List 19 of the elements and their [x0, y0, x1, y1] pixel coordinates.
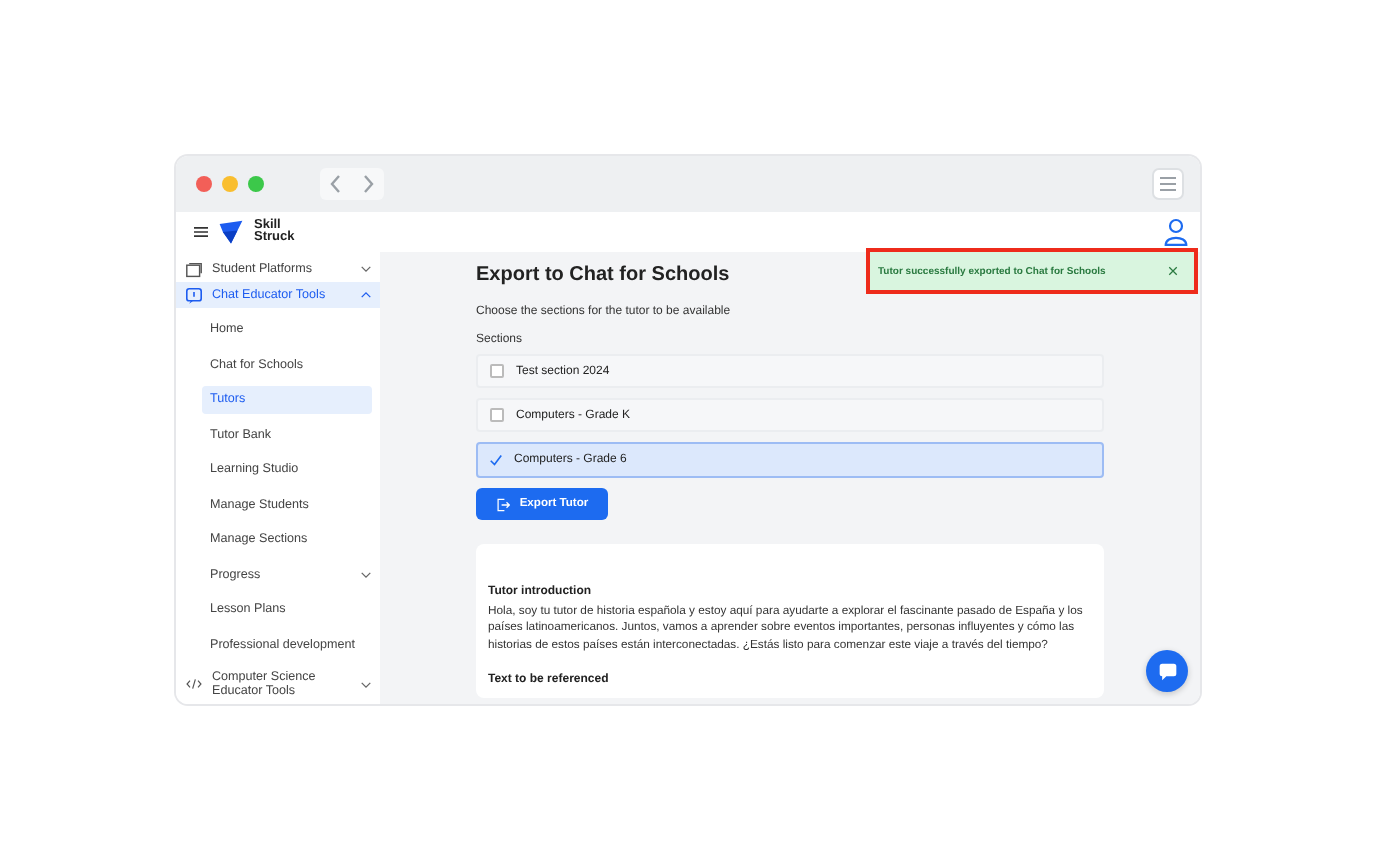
- chat-icon: [1157, 661, 1177, 681]
- checkbox[interactable]: [490, 364, 504, 378]
- user-icon[interactable]: [1164, 218, 1188, 246]
- checkbox[interactable]: [490, 408, 504, 422]
- zoom-light-icon[interactable]: [248, 176, 264, 192]
- sidebar-toggle-icon[interactable]: [1152, 168, 1184, 200]
- chat-box-icon: [186, 287, 202, 303]
- minimize-light-icon[interactable]: [222, 176, 238, 192]
- logo-icon: [218, 220, 244, 244]
- code-icon: [186, 676, 202, 692]
- chevron-icon: [360, 264, 372, 274]
- window-icon: [186, 261, 202, 277]
- page-title: Export to Chat for Schools: [476, 264, 730, 286]
- menu-icon[interactable]: [194, 226, 208, 238]
- close-icon[interactable]: [1168, 266, 1178, 276]
- close-light-icon[interactable]: [196, 176, 212, 192]
- export-icon: [495, 497, 510, 511]
- chevron-icon: [360, 290, 372, 300]
- chevron-icon: [360, 679, 372, 689]
